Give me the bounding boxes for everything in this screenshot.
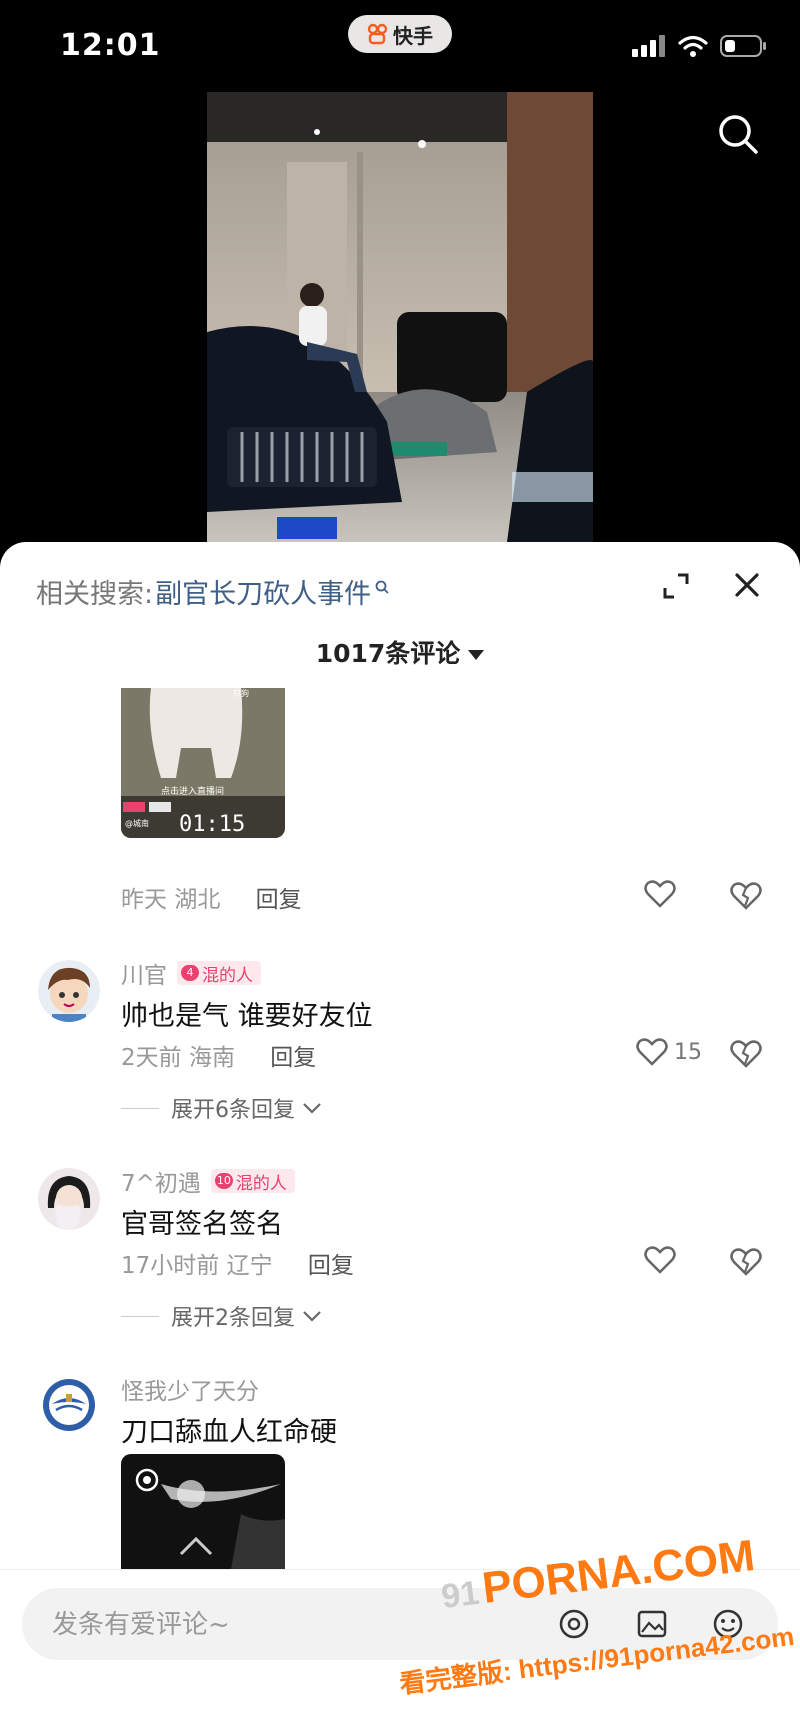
signal-icon <box>632 35 665 57</box>
badge-text: 混的人 <box>235 1173 287 1194</box>
comment-count-label: 1017条评论 <box>315 639 461 668</box>
comment-image-thumbnail[interactable]: @城南 只狗 点击进入直播间 01:15 <box>121 688 285 838</box>
wifi-icon <box>678 35 708 57</box>
comment-text[interactable]: 官哥签名签名 <box>121 1202 283 1241</box>
reply-button[interactable]: 回复 <box>308 1253 354 1279</box>
heart-icon <box>644 880 676 908</box>
svg-text:只狗: 只狗 <box>233 688 249 698</box>
status-time: 12:01 <box>60 28 161 63</box>
comment-location: 湖北 <box>174 887 221 913</box>
badge-text: 混的人 <box>202 965 253 986</box>
app-name: 快手 <box>393 23 433 48</box>
broken-heart-icon[interactable] <box>730 1248 762 1276</box>
chevron-down-icon <box>303 1311 321 1322</box>
like-count: 15 <box>674 1039 702 1065</box>
heart-icon <box>644 1246 676 1274</box>
avatar[interactable] <box>38 1168 100 1230</box>
comment-count[interactable]: 1017条评论 <box>0 634 800 670</box>
broken-heart-icon[interactable] <box>730 1040 762 1068</box>
comment-meta: 17小时前 辽宁 回复 <box>121 1246 354 1280</box>
kuaishou-logo-icon <box>367 23 388 45</box>
comment-location: 辽宁 <box>226 1253 273 1279</box>
comment-text[interactable]: 刀口舔血人红命硬 <box>121 1410 337 1449</box>
username[interactable]: 怪我少了天分 <box>121 1372 259 1406</box>
comment-time: 昨天 <box>121 887 167 913</box>
username[interactable]: 7^初遇 <box>121 1164 201 1198</box>
comment-input[interactable] <box>50 1588 454 1662</box>
badge-level: 4 <box>181 965 199 981</box>
divider-line <box>121 1315 159 1317</box>
like-button[interactable] <box>644 1246 682 1274</box>
at-icon[interactable] <box>558 1608 590 1640</box>
related-search[interactable]: 相关搜索: 副官长刀砍人事件 <box>36 572 389 611</box>
chevron-down-icon <box>303 1103 321 1114</box>
small-search-icon <box>375 580 389 594</box>
comment-meta: 2天前 海南 回复 <box>121 1038 316 1072</box>
reply-button[interactable]: 回复 <box>256 887 302 913</box>
username[interactable]: 川官 <box>121 956 167 990</box>
system-icons <box>632 34 768 58</box>
video-frame[interactable] <box>207 92 593 542</box>
emblem-avatar-image <box>38 1374 100 1436</box>
expand-replies-button[interactable]: 展开2条回复 <box>121 1300 323 1332</box>
fan-level-badge: 4 混的人 <box>177 961 261 986</box>
avatar[interactable] <box>38 960 100 1022</box>
girl-avatar-image <box>38 1168 100 1230</box>
video-scene-image <box>207 92 593 542</box>
livestream-timer: 01:15 <box>179 812 246 837</box>
comment-username-row: 7^初遇 10 混的人 <box>121 1164 295 1198</box>
comment-location: 海南 <box>188 1045 235 1071</box>
dropdown-triangle-icon <box>468 650 485 660</box>
fan-level-badge: 10 混的人 <box>210 1169 295 1194</box>
app-indicator-pill[interactable]: 快手 <box>348 15 452 53</box>
svg-text:@城南: @城南 <box>125 818 149 828</box>
comment-time: 17小时前 <box>121 1253 220 1279</box>
like-button[interactable] <box>644 880 682 908</box>
expand-replies-label: 展开2条回复 <box>171 1306 295 1331</box>
comment-text[interactable]: 帅也是气 谁要好友位 <box>121 994 373 1033</box>
search-icon[interactable] <box>716 112 760 156</box>
related-search-label: 相关搜索: <box>36 579 154 610</box>
avatar[interactable] <box>38 1374 100 1436</box>
watermark-prefix: 91 <box>439 1573 482 1617</box>
comment-time: 2天前 <box>121 1045 182 1071</box>
close-icon[interactable] <box>732 570 762 600</box>
comment-username-row: 川官 4 混的人 <box>121 956 261 990</box>
battery-icon <box>720 35 766 57</box>
cartoon-avatar-image <box>38 960 100 1022</box>
expand-icon[interactable] <box>662 572 690 600</box>
heart-icon <box>636 1038 668 1066</box>
livestream-hint: 点击进入直播间 <box>161 787 225 797</box>
like-button[interactable]: 15 <box>636 1038 702 1066</box>
expand-replies-button[interactable]: 展开6条回复 <box>121 1092 323 1124</box>
comment-image-thumbnail[interactable] <box>121 1454 285 1569</box>
comment-meta: 昨天 湖北 回复 <box>121 880 302 914</box>
badge-level: 10 <box>214 1173 233 1189</box>
status-bar: 12:01 快手 <box>0 0 800 92</box>
night-road-image <box>121 1454 285 1569</box>
expand-replies-label: 展开6条回复 <box>171 1098 295 1123</box>
reply-button[interactable]: 回复 <box>270 1045 316 1071</box>
comment-username-row: 怪我少了天分 <box>121 1372 259 1406</box>
broken-heart-icon[interactable] <box>730 882 762 910</box>
related-search-query[interactable]: 副官长刀砍人事件 <box>155 572 371 611</box>
divider-line <box>121 1107 159 1109</box>
